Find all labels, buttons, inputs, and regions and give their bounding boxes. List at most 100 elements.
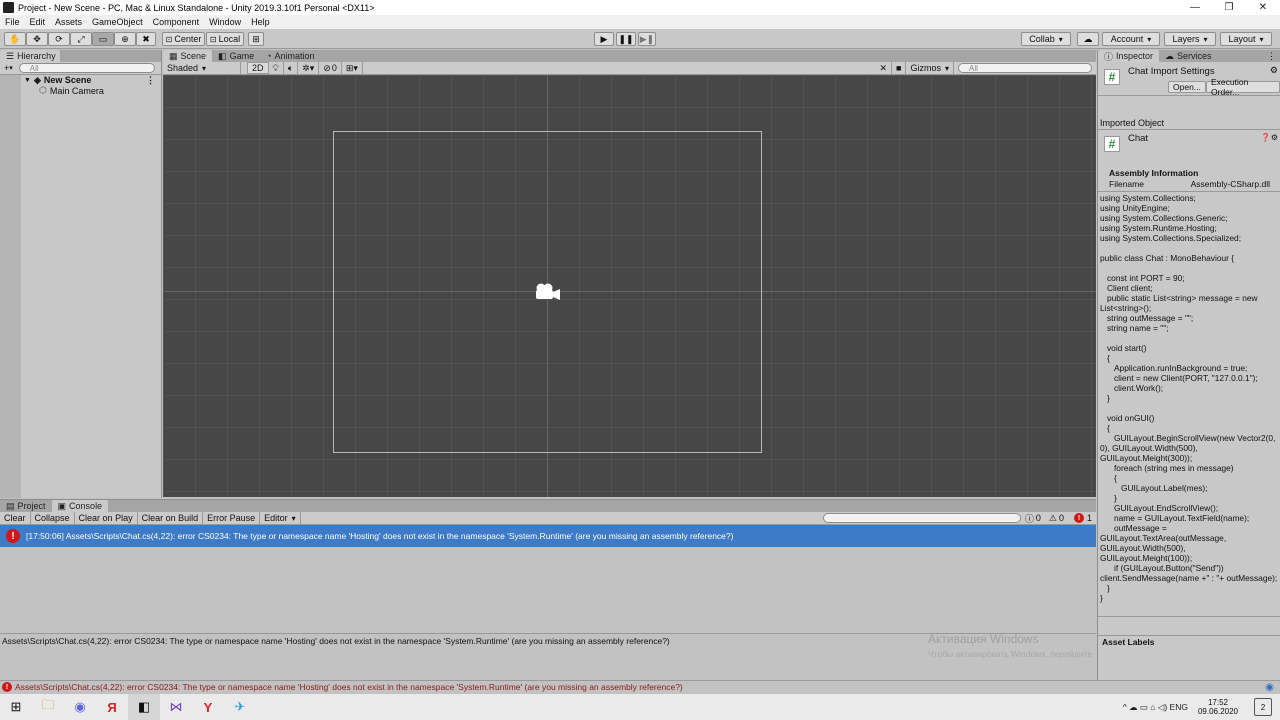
pivot-icon: ⊡ (165, 34, 173, 44)
lighting-toggle[interactable]: 💡︎ (269, 62, 284, 74)
main-toolbar: ✋ ✥ ⟳ ⤢ ▭ ⊕ ✖ ⊡ Center ⊡ Local ⊞ ▶ ❚❚ ▶❚ C… (0, 29, 1280, 49)
notification-center-icon[interactable]: 2 (1254, 698, 1272, 716)
menu-assets[interactable]: Assets (50, 17, 87, 27)
local-icon: ⊡ (209, 34, 217, 44)
collab-dropdown[interactable]: Collab (1021, 32, 1071, 46)
tab-game[interactable]: ◧ Game (212, 50, 260, 62)
menu-window[interactable]: Window (204, 17, 246, 27)
custom-tool-button[interactable]: ✖ (136, 32, 156, 46)
discord-icon[interactable]: ◉ (64, 694, 96, 720)
tab-hierarchy[interactable]: ☰ Hierarchy (0, 50, 60, 62)
tab-project[interactable]: ▤ Project (0, 500, 52, 512)
layout-dropdown[interactable]: Layout (1220, 32, 1272, 46)
editor-dropdown[interactable]: Editor (260, 512, 301, 524)
panel-menu-icon[interactable]: ⋮ (1267, 51, 1276, 62)
console-log-list (0, 547, 1096, 633)
eye-slash-icon: ⊘ (323, 62, 331, 73)
object-name: Chat (1128, 133, 1149, 144)
menu-edit[interactable]: Edit (25, 17, 51, 27)
scene-search-input[interactable]: All (958, 63, 1092, 73)
execution-order-button[interactable]: Execution Order... (1206, 77, 1280, 97)
camera-settings-button[interactable]: ■ (892, 62, 907, 74)
pivot-center-button[interactable]: ⊡ Center (162, 32, 205, 46)
pause-button[interactable]: ❚❚ (616, 32, 636, 46)
clear-button[interactable]: Clear (0, 512, 31, 524)
console-search-input[interactable] (822, 513, 1021, 523)
account-dropdown[interactable]: Account (1102, 32, 1160, 46)
console-log-entry[interactable]: ! [17:50:06] Assets\Scripts\Chat.cs(4,22… (0, 525, 1096, 547)
maximize-button[interactable]: ❐ (1212, 2, 1246, 13)
layers-dropdown[interactable]: Layers (1164, 32, 1216, 46)
help-settings-icons[interactable]: ❓⚙ (1261, 133, 1278, 142)
rect-tool-button[interactable]: ▭ (92, 32, 114, 46)
start-button[interactable]: ⊞ (0, 694, 32, 720)
yandex-icon[interactable]: Я (96, 694, 128, 720)
light-bulb-icon: 💡︎ (272, 62, 279, 73)
hierarchy-search-input[interactable]: All (18, 63, 155, 73)
hand-tool-button[interactable]: ✋ (4, 32, 26, 46)
camera-gizmo-icon[interactable] (533, 281, 561, 301)
scale-tool-button[interactable]: ⤢ (70, 32, 92, 46)
visual-studio-icon[interactable]: ⋈ (160, 694, 192, 720)
assembly-info-title: Assembly Information (1109, 168, 1199, 178)
collapse-button[interactable]: Collapse (31, 512, 75, 524)
unity-logo-icon (3, 2, 14, 13)
tab-services[interactable]: ☁ Services (1159, 50, 1218, 62)
open-button[interactable]: Open... (1168, 81, 1206, 93)
scene-row[interactable]: ▼ ◈ New Scene ⋮ (21, 75, 161, 86)
clock[interactable]: 17:52 09.06.2020 (1198, 698, 1238, 716)
grid-snap-button[interactable]: ⊞ (248, 32, 264, 46)
shading-mode-dropdown[interactable]: Shaded (163, 62, 241, 74)
gizmos-dropdown[interactable]: Gizmos (906, 62, 954, 74)
menu-file[interactable]: File (0, 17, 25, 27)
tools-cross-icon: ✕ (879, 62, 888, 73)
move-tool-button[interactable]: ✥ (26, 32, 48, 46)
clear-on-play-button[interactable]: Clear on Play (75, 512, 138, 524)
menu-component[interactable]: Component (148, 17, 205, 27)
space-local-button[interactable]: ⊡ Local (206, 32, 244, 46)
status-bar[interactable]: ! Assets\Scripts\Chat.cs(4,22): error CS… (0, 680, 1280, 693)
close-button[interactable]: ✕ (1246, 2, 1280, 13)
info-count-toggle[interactable]: ⓘ 0 (1021, 512, 1045, 524)
scene-menu-icon[interactable]: ⋮ (146, 75, 155, 86)
play-button[interactable]: ▶ (594, 32, 614, 46)
tab-inspector[interactable]: ⓘ Inspector (1098, 50, 1160, 62)
yandex-browser-icon[interactable]: Y (192, 694, 224, 720)
rotate-tool-button[interactable]: ⟳ (48, 32, 70, 46)
clear-on-build-button[interactable]: Clear on Build (138, 512, 204, 524)
system-tray[interactable]: ^ ☁ ▭ ⌂ ◁) ENG (1123, 702, 1188, 713)
menu-gameobject[interactable]: GameObject (87, 17, 148, 27)
settings-gear-icon[interactable]: ⚙ (1270, 65, 1278, 76)
warning-count-toggle[interactable]: ⚠ 0 (1045, 512, 1068, 524)
effects-toggle[interactable]: ✲▾ (298, 62, 320, 74)
hierarchy-panel: ☰ Hierarchy + ▾ All ▼ ◈ New Scene ⋮ ⬡ Main… (0, 50, 162, 498)
error-count-toggle[interactable]: ! 1 (1068, 512, 1096, 524)
audio-toggle[interactable]: 🔈︎ (284, 62, 299, 74)
hidden-objects-toggle[interactable]: ⊘ 0 (319, 62, 342, 74)
menu-help[interactable]: Help (246, 17, 275, 27)
minimize-button[interactable]: — (1178, 2, 1212, 13)
scene-viewport[interactable] (163, 75, 1096, 497)
file-explorer-icon[interactable]: 🗀 (32, 694, 64, 720)
transform-tool-button[interactable]: ⊕ (114, 32, 136, 46)
unity-taskbar-icon[interactable]: ◧ (128, 694, 160, 720)
hierarchy-item[interactable]: ⬡ Main Camera (21, 85, 161, 96)
grid-icon: ⊞▾ (345, 62, 358, 73)
telegram-icon[interactable]: ✈ (224, 694, 256, 720)
tab-console[interactable]: ▣ Console (51, 500, 109, 512)
activation-watermark-text: Чтобы активировать Windows, перейдите в … (928, 649, 1094, 659)
tools-toggle[interactable]: ✕ (875, 62, 893, 74)
cloud-button[interactable]: ☁ (1077, 32, 1099, 46)
filename-row: Filename Assembly-CSharp.dll (1098, 179, 1280, 191)
step-button[interactable]: ▶❚ (638, 32, 656, 46)
error-pause-button[interactable]: Error Pause (203, 512, 261, 524)
folder-icon: ▤ (6, 500, 15, 511)
inspector-panel: ⓘ Inspector ☁ Services ⋮ # Chat Import Set… (1097, 50, 1280, 680)
create-button[interactable]: + ▾ (0, 62, 17, 74)
grid-toggle[interactable]: ⊞▾ (342, 62, 363, 74)
tab-scene[interactable]: ▦ Scene (163, 50, 213, 62)
2d-toggle[interactable]: 2D (247, 62, 269, 74)
console-icon: ▣ (57, 500, 67, 511)
tab-animation[interactable]: ◔ Animation (260, 50, 320, 62)
warning-icon: ⚠ (1048, 512, 1057, 523)
